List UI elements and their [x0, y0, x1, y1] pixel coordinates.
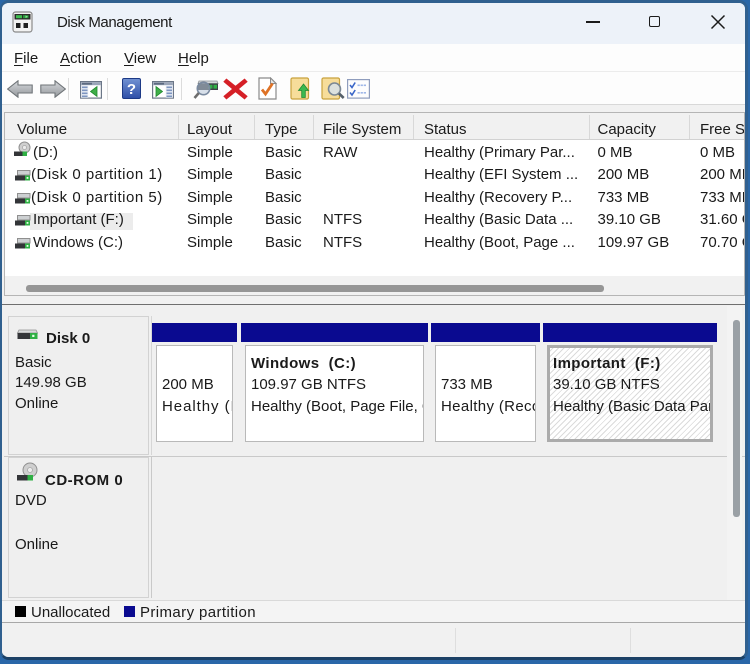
svg-text:?: ? [127, 81, 136, 98]
